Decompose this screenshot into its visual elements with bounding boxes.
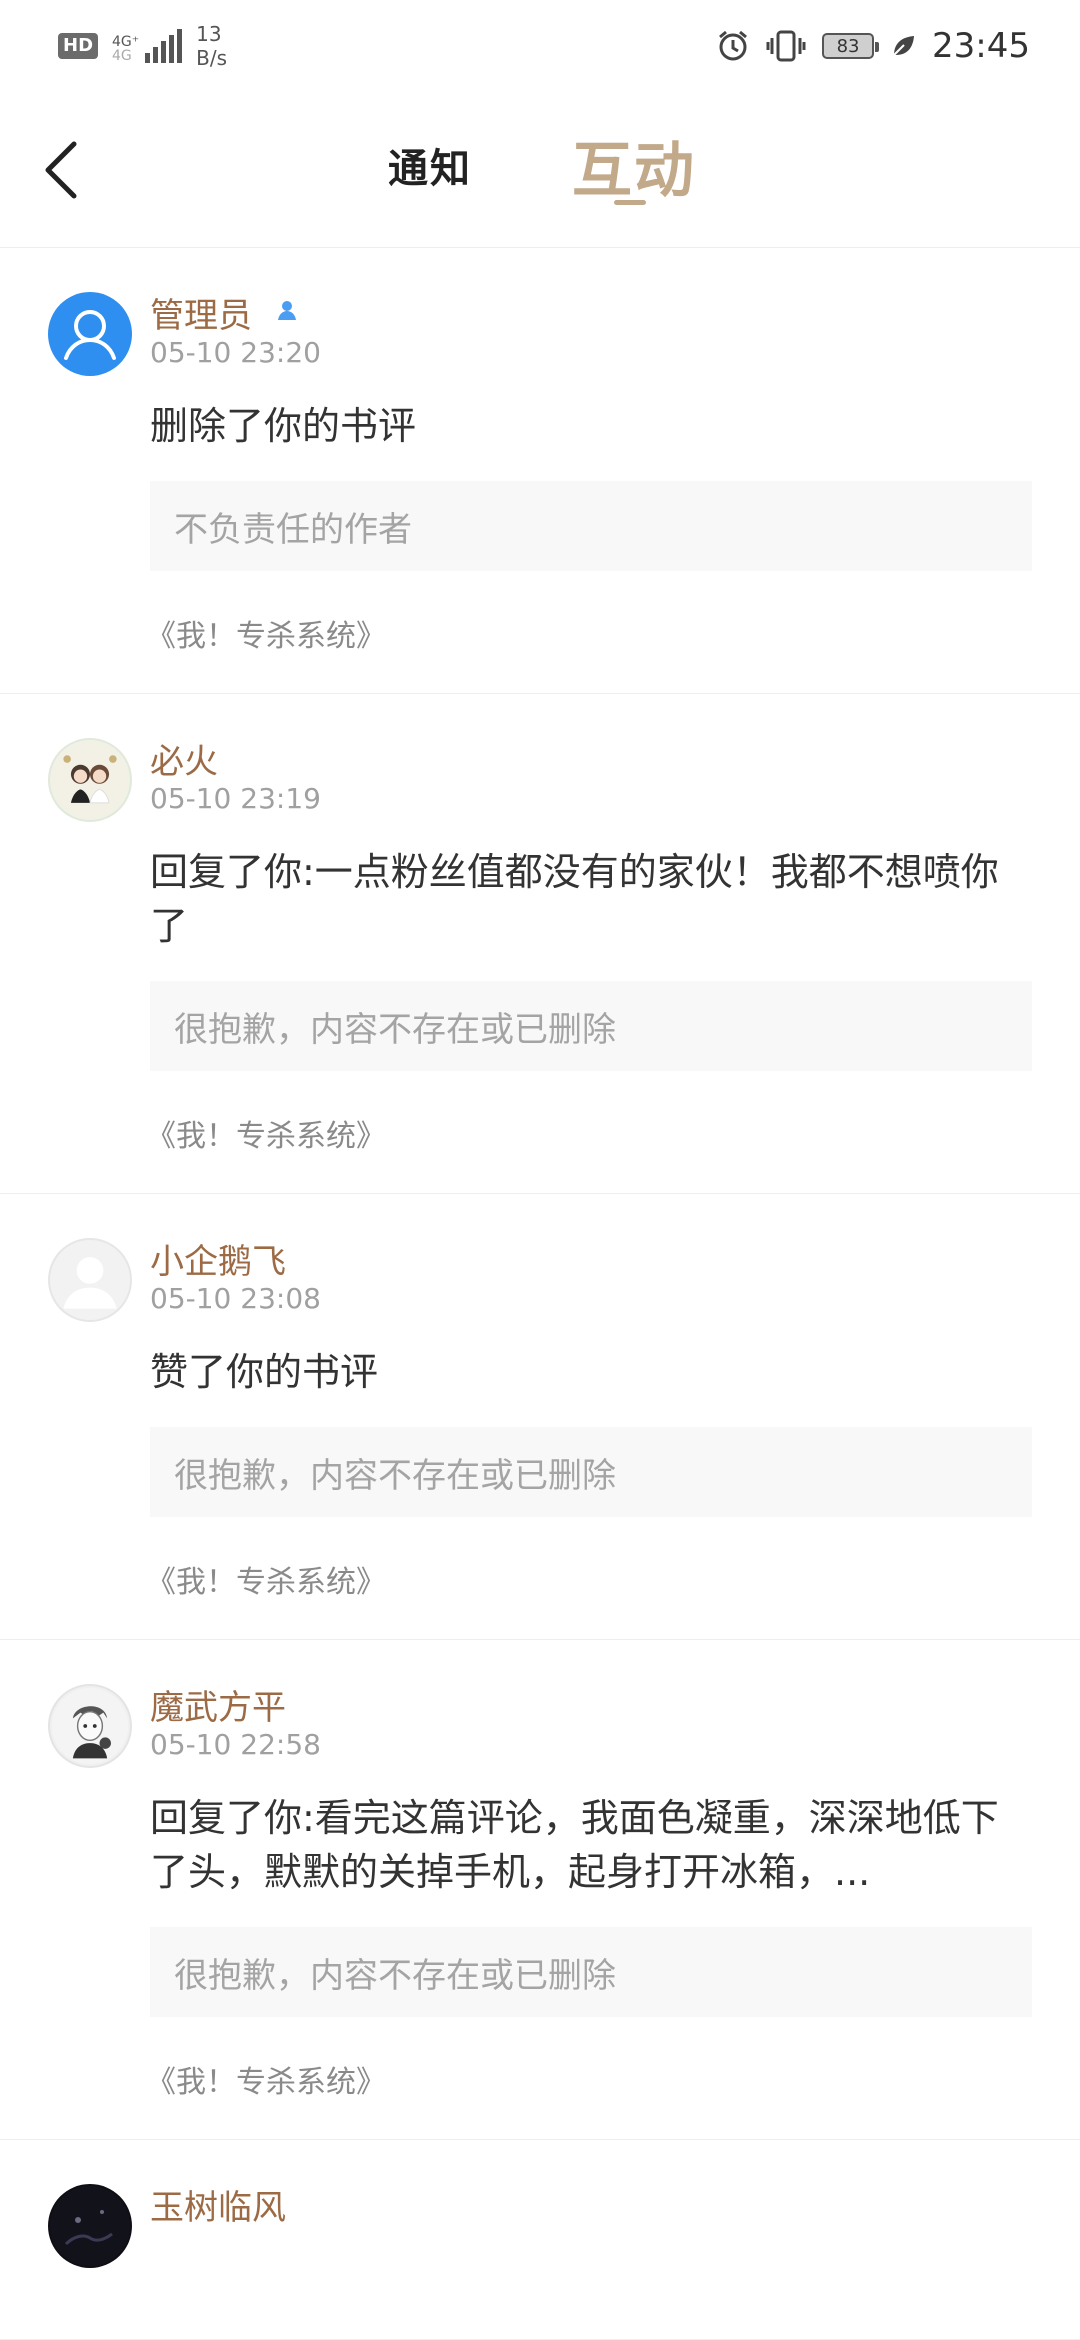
timestamp: 05-10 23:19: [150, 782, 321, 815]
action-text: 回复了你:看完这篇评论，我面色凝重，深深地低下了头，默默的关掉手机，起身打开冰箱…: [150, 1796, 999, 1894]
name-row: 管理员: [150, 292, 1032, 336]
speed-unit: B/s: [196, 46, 228, 70]
user-icon: [64, 310, 116, 360]
user-name[interactable]: 玉树临风: [150, 2180, 286, 2229]
network-speed: 13 B/s: [196, 22, 227, 70]
list-item[interactable]: 魔武方平 05-10 22:58 回复了你:看完这篇评论，我面色凝重，深深地低下…: [0, 1640, 1080, 2140]
book-title[interactable]: 《我！专杀系统》: [146, 2057, 1032, 2101]
name-row: 玉树临风: [150, 2184, 1032, 2228]
status-bar: HD 4G⁺ 4G 13 B/s 83 23:45: [0, 0, 1080, 92]
hd-badge: HD: [58, 33, 99, 59]
status-right: 83 23:45: [716, 26, 1030, 66]
vibrate-icon: [766, 29, 806, 63]
quoted-content[interactable]: 很抱歉，内容不存在或已删除: [150, 981, 1032, 1071]
battery-indicator: 83: [822, 33, 880, 59]
timestamp: 05-10 23:20: [150, 336, 321, 369]
action-text: 回复了你:一点粉丝值都没有的家伙！我都不想喷你了: [150, 850, 999, 948]
action-text: 赞了你的书评: [150, 1350, 379, 1394]
avatar[interactable]: [48, 1684, 132, 1768]
item-content: 玉树临风: [150, 2184, 1032, 2228]
leaf-icon: [890, 33, 916, 59]
user-name[interactable]: 魔武方平: [150, 1680, 286, 1729]
avatar[interactable]: [48, 292, 132, 376]
name-row: 小企鹅飞: [150, 1238, 1032, 1282]
network-type: 4G⁺: [112, 34, 140, 50]
clock: 23:45: [932, 26, 1030, 66]
book-title[interactable]: 《我！专杀系统》: [146, 611, 1032, 655]
dark-avatar-icon: [50, 2186, 130, 2266]
action-text: 删除了你的书评: [150, 404, 417, 448]
name-row: 必火: [150, 738, 1032, 782]
list-item[interactable]: 玉树临风: [0, 2140, 1080, 2340]
user-name[interactable]: 小企鹅飞: [150, 1234, 286, 1283]
speed-value: 13: [196, 22, 222, 46]
default-avatar-icon: [63, 1257, 117, 1309]
back-button[interactable]: [40, 130, 88, 210]
chevron-left-icon: [45, 141, 77, 199]
name-row: 魔武方平: [150, 1684, 1032, 1728]
item-content: 魔武方平 05-10 22:58 回复了你:看完这篇评论，我面色凝重，深深地低下…: [146, 1684, 1032, 2101]
user-name[interactable]: 管理员: [150, 288, 252, 337]
tab-interact[interactable]: 互动: [572, 122, 696, 209]
list-item[interactable]: 必火 05-10 23:19 回复了你:一点粉丝值都没有的家伙！我都不想喷你了 …: [0, 694, 1080, 1194]
avatar[interactable]: [48, 738, 132, 822]
avatar[interactable]: [48, 2184, 132, 2268]
user-name[interactable]: 必火: [150, 734, 218, 783]
couple-avatar-icon: [51, 741, 129, 819]
sketch-avatar-icon: [51, 1687, 129, 1765]
tab-active-indicator: [614, 200, 646, 205]
quoted-content[interactable]: 很抱歉，内容不存在或已删除: [150, 1927, 1032, 2017]
book-title[interactable]: 《我！专杀系统》: [146, 1111, 1032, 1155]
list-item[interactable]: 小企鹅飞 05-10 23:08 赞了你的书评 很抱歉，内容不存在或已删除 《我…: [0, 1194, 1080, 1640]
quoted-content[interactable]: 不负责任的作者: [150, 481, 1032, 571]
timestamp: 05-10 22:58: [150, 1728, 321, 1761]
book-title[interactable]: 《我！专杀系统》: [146, 1557, 1032, 1601]
quoted-content[interactable]: 很抱歉，内容不存在或已删除: [150, 1427, 1032, 1517]
avatar[interactable]: [48, 1238, 132, 1322]
item-content: 必火 05-10 23:19 回复了你:一点粉丝值都没有的家伙！我都不想喷你了 …: [146, 738, 1032, 1155]
alarm-icon: [716, 29, 750, 63]
item-content: 小企鹅飞 05-10 23:08 赞了你的书评 很抱歉，内容不存在或已删除 《我…: [146, 1238, 1032, 1601]
tab-notify[interactable]: 通知: [388, 136, 472, 194]
item-content: 管理员 05-10 23:20 删除了你的书评 不负责任的作者 《我！专杀系统》: [146, 292, 1032, 655]
list-item[interactable]: 管理员 05-10 23:20 删除了你的书评 不负责任的作者 《我！专杀系统》: [0, 248, 1080, 694]
official-badge-icon: [276, 299, 298, 325]
network-type-sub: 4G: [112, 48, 132, 64]
interaction-feed: 管理员 05-10 23:20 删除了你的书评 不负责任的作者 《我！专杀系统》: [0, 248, 1080, 2340]
nav-bar: 通知 互动: [0, 92, 1080, 248]
network-signal: 4G⁺ 4G: [112, 29, 183, 64]
signal-bars-icon: [145, 29, 183, 63]
status-left: HD 4G⁺ 4G 13 B/s: [58, 22, 227, 70]
timestamp: 05-10 23:08: [150, 1282, 321, 1315]
